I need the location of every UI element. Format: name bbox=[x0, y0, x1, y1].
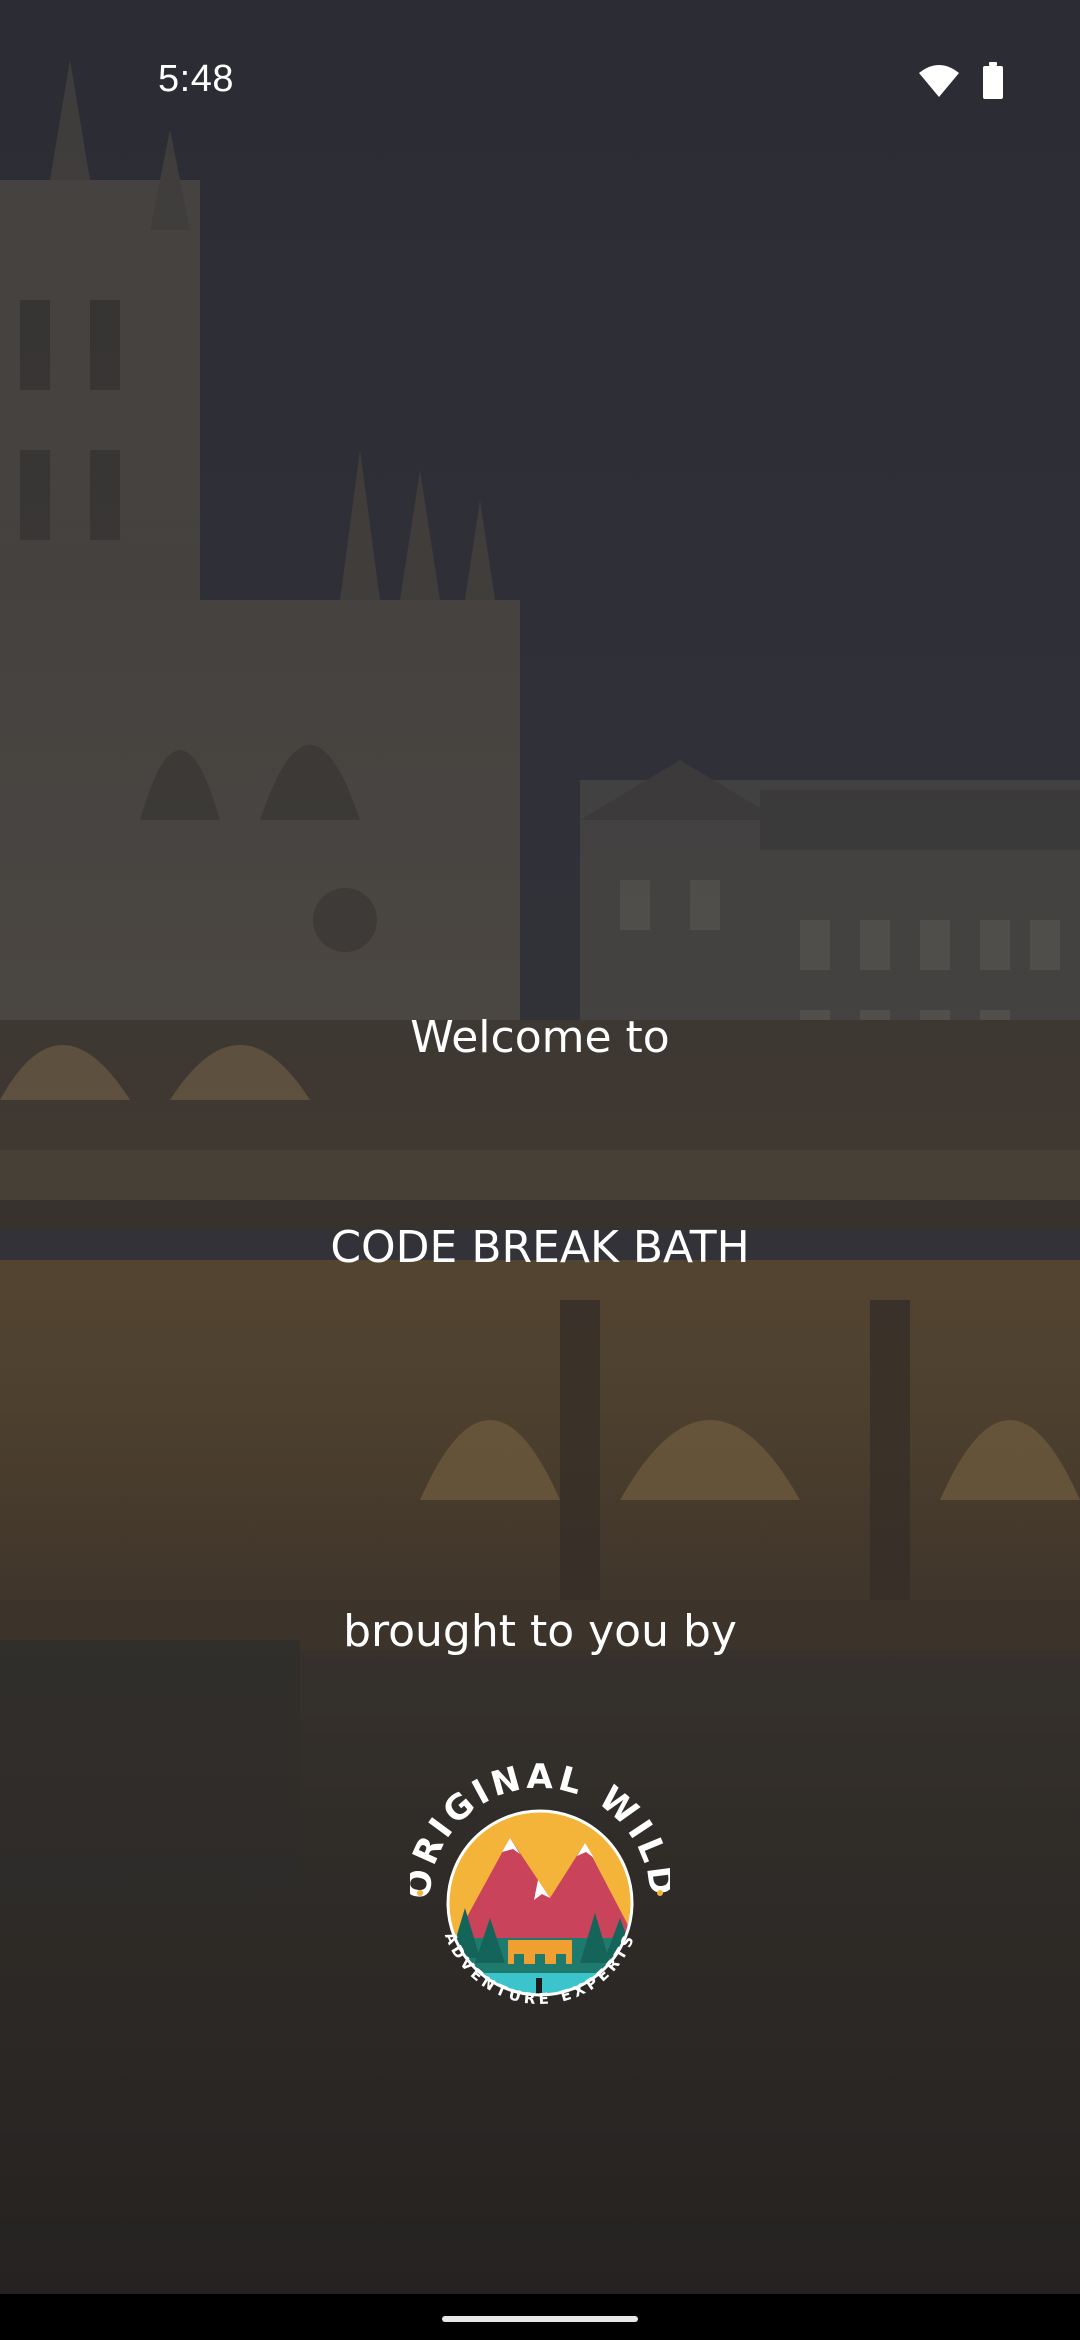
battery-icon bbox=[982, 62, 1004, 104]
wifi-icon bbox=[918, 63, 960, 103]
app-name-title: CODE BREAK BATH bbox=[330, 1222, 750, 1273]
original-wild-logo: ORIGINAL WILD ADVENTURE EXPERTS bbox=[410, 1757, 670, 2008]
brought-by-text: brought to you by bbox=[343, 1606, 737, 1657]
status-bar: 5:48 bbox=[0, 0, 1080, 160]
splash-screen: 5:48 Welcome to CODE BREAK BATH brought … bbox=[0, 0, 1080, 2340]
home-gesture-handle[interactable] bbox=[442, 2316, 638, 2322]
status-time: 5:48 bbox=[158, 58, 234, 100]
welcome-text: Welcome to bbox=[410, 1012, 670, 1063]
status-icons bbox=[918, 62, 1004, 104]
